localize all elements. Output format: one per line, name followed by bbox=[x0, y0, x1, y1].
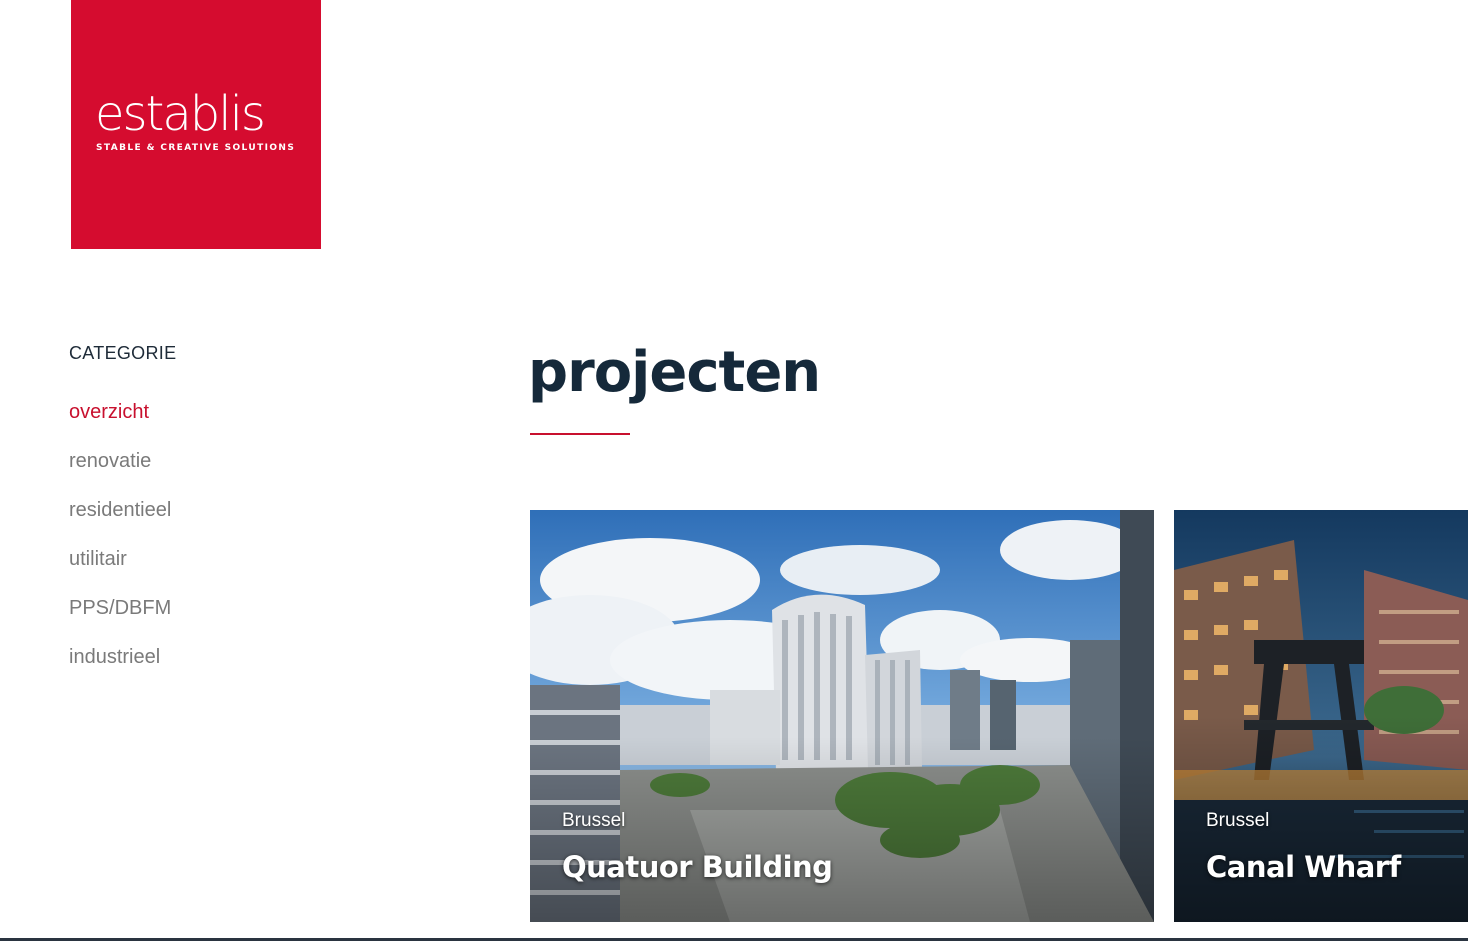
logo-link[interactable]: establis STABLE & CREATIVE SOLUTIONS bbox=[71, 0, 321, 249]
category-item-residentieel[interactable]: residentieel bbox=[69, 498, 369, 547]
category-sidebar: CATEGORIE overzicht renovatie residentie… bbox=[69, 343, 369, 694]
category-item-utilitair[interactable]: utilitair bbox=[69, 547, 369, 596]
project-name: Canal Wharf bbox=[1206, 850, 1401, 884]
project-name: Quatuor Building bbox=[562, 850, 833, 884]
category-item-renovatie[interactable]: renovatie bbox=[69, 449, 369, 498]
sidebar-title: CATEGORIE bbox=[69, 343, 177, 363]
project-city: Brussel bbox=[1206, 810, 1270, 831]
project-city: Brussel bbox=[562, 810, 626, 831]
category-list: overzicht renovatie residentieel utilita… bbox=[69, 400, 369, 694]
logo-wordmark: establis bbox=[95, 86, 266, 142]
project-card-quatuor[interactable]: Brussel Quatuor Building bbox=[530, 510, 1154, 922]
page-title: projecten bbox=[528, 340, 821, 405]
title-underline bbox=[530, 433, 630, 435]
category-item-industrieel[interactable]: industrieel bbox=[69, 645, 369, 694]
logo-tagline: STABLE & CREATIVE SOLUTIONS bbox=[96, 143, 296, 153]
page: establis STABLE & CREATIVE SOLUTIONS CAT… bbox=[0, 0, 1468, 941]
category-item-overzicht[interactable]: overzicht bbox=[69, 400, 369, 449]
project-card-canal-wharf[interactable]: Brussel Canal Wharf bbox=[1174, 510, 1468, 922]
category-item-pps-dbfm[interactable]: PPS/DBFM bbox=[69, 596, 369, 645]
